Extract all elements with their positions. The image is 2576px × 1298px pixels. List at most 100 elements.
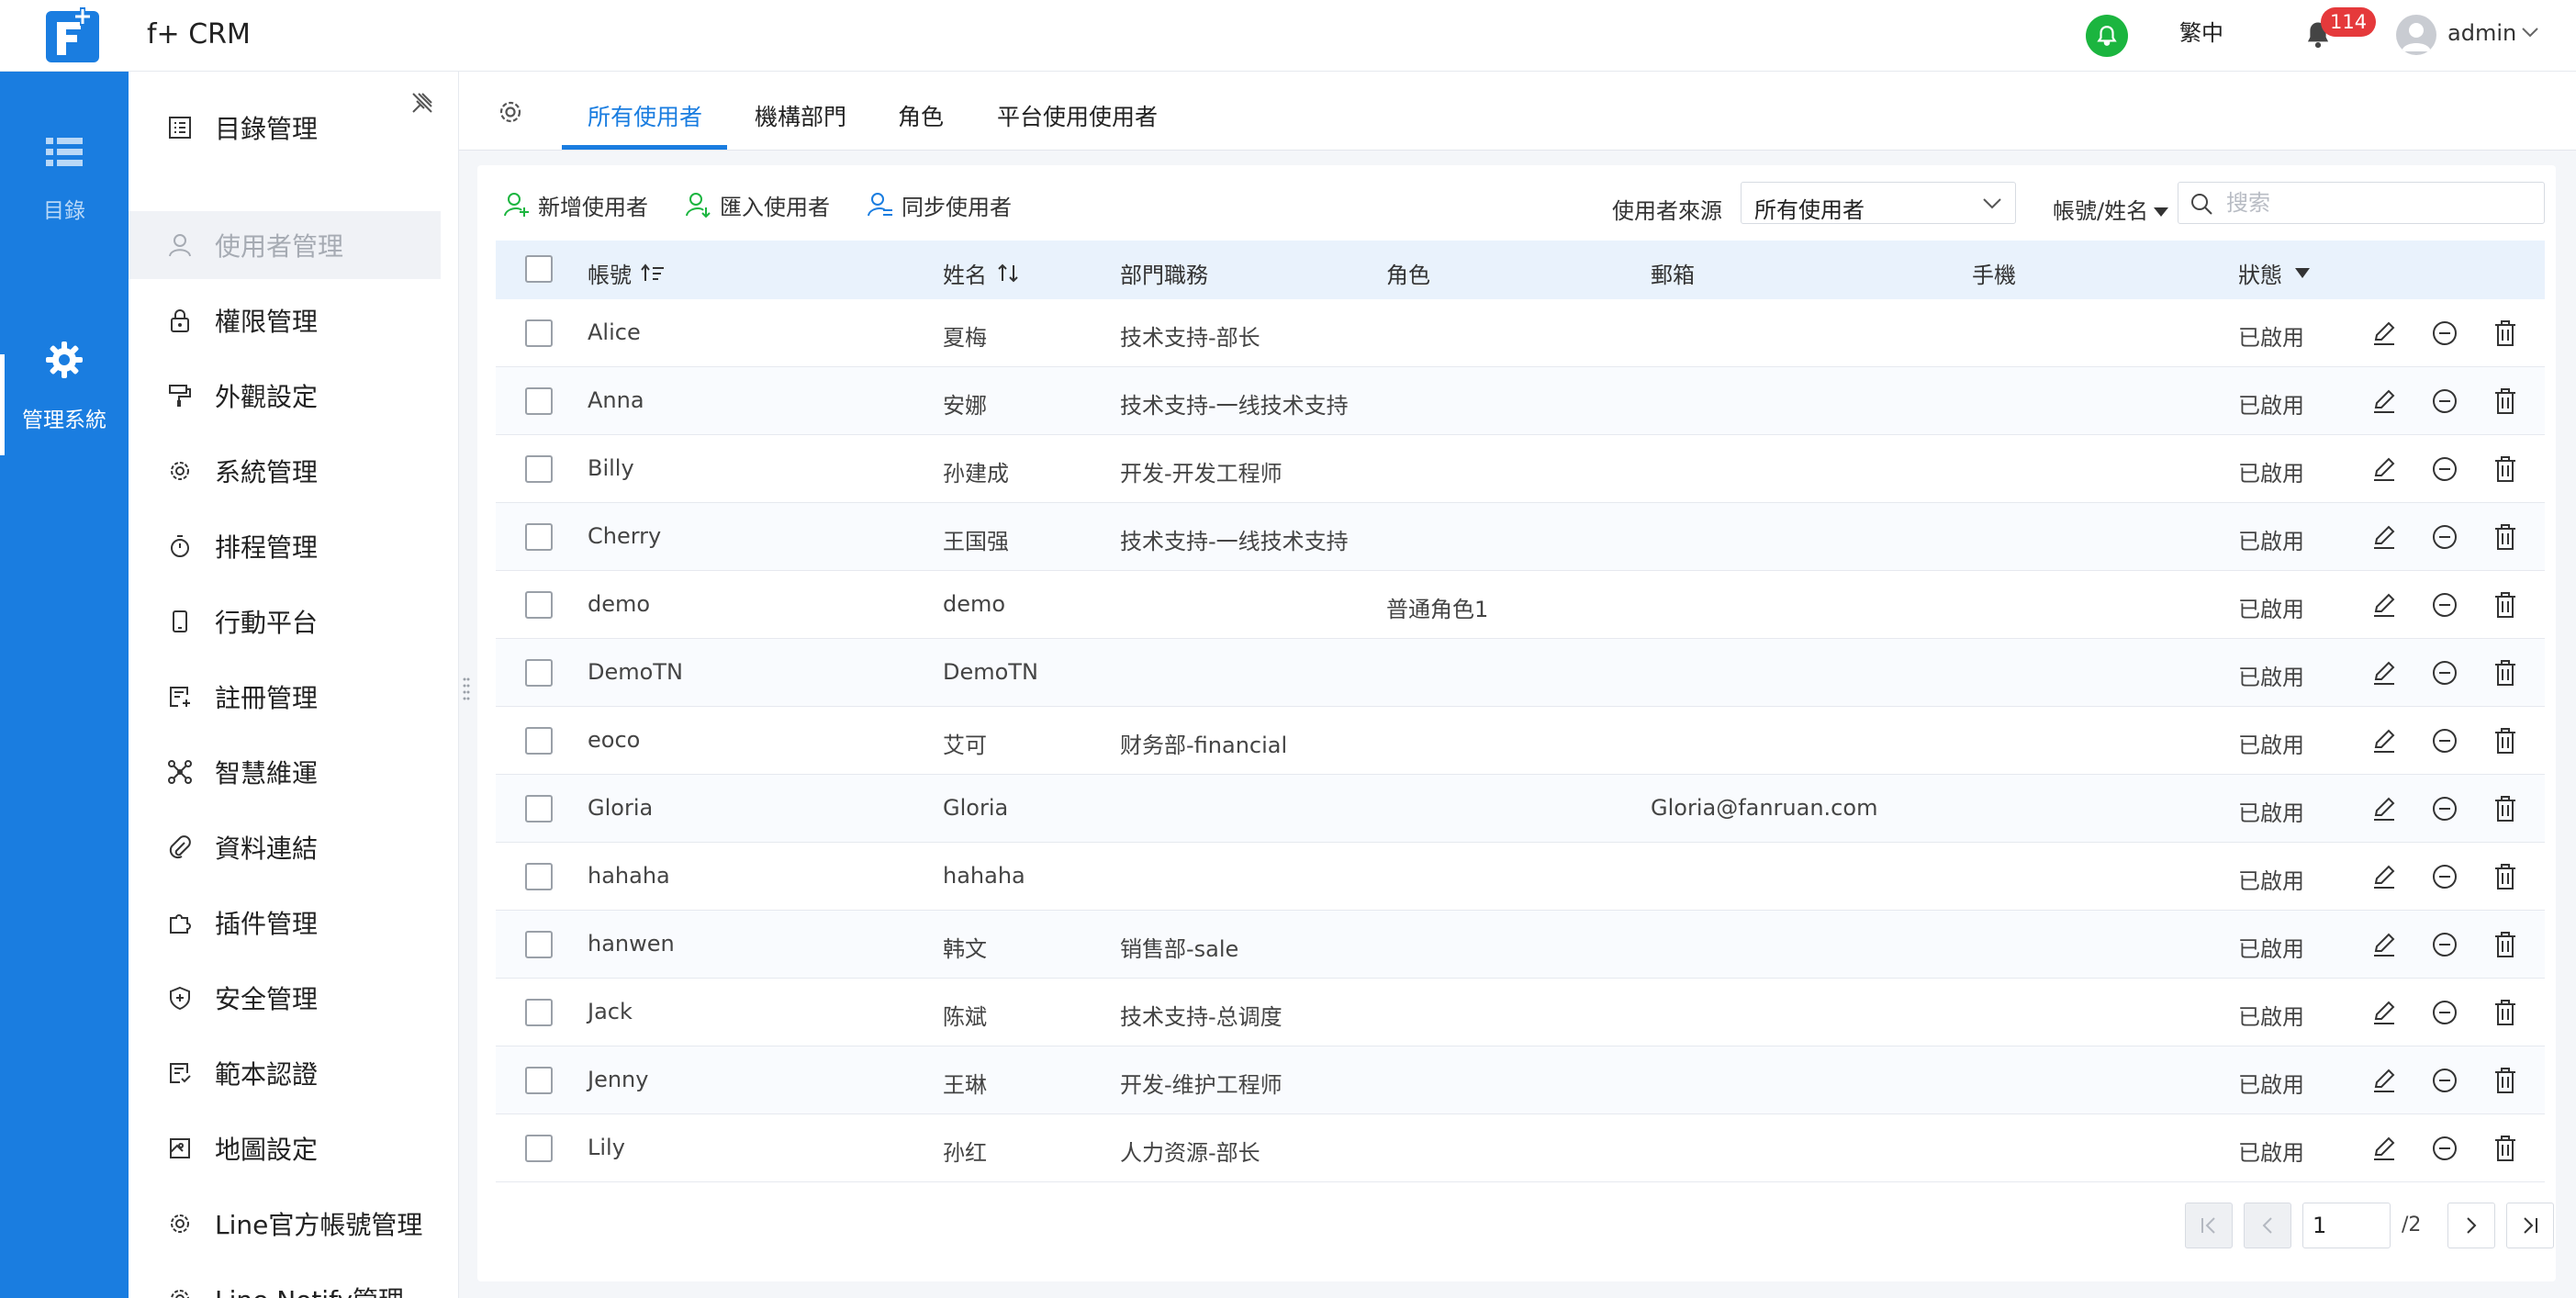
sidebar-item-permissions[interactable]: 權限管理 <box>129 286 441 354</box>
delete-icon[interactable] <box>2490 1133 2521 1164</box>
user-name[interactable]: admin <box>2447 20 2516 46</box>
sort-asc-icon[interactable] <box>641 263 665 285</box>
edit-icon[interactable] <box>2369 929 2400 960</box>
delete-icon[interactable] <box>2490 725 2521 756</box>
edit-icon[interactable] <box>2369 386 2400 417</box>
tab-platform-users[interactable]: 平台使用使用者 <box>997 99 1158 132</box>
row-checkbox[interactable] <box>525 795 553 822</box>
table-row[interactable]: Lily 孙红 人力资源-部长 已啟用 <box>496 1114 2545 1182</box>
row-checkbox[interactable] <box>525 659 553 687</box>
next-page-button[interactable] <box>2447 1203 2495 1248</box>
sidebar-item-users[interactable]: 使用者管理 <box>129 211 441 279</box>
last-page-button[interactable] <box>2506 1203 2554 1248</box>
delete-icon[interactable] <box>2490 861 2521 892</box>
row-checkbox[interactable] <box>525 727 553 755</box>
delete-icon[interactable] <box>2490 657 2521 688</box>
disable-icon[interactable] <box>2429 657 2460 688</box>
sidebar-item-schedule[interactable]: 排程管理 <box>129 512 441 580</box>
edit-icon[interactable] <box>2369 997 2400 1028</box>
table-row[interactable]: Jenny 王琳 开发-维护工程师 已啟用 <box>496 1046 2545 1114</box>
row-checkbox[interactable] <box>525 387 553 415</box>
row-checkbox[interactable] <box>525 523 553 551</box>
filter-caret-icon[interactable] <box>2295 268 2310 278</box>
disable-icon[interactable] <box>2429 725 2460 756</box>
delete-icon[interactable] <box>2490 453 2521 485</box>
sidebar-item-smart-ops[interactable]: 智慧維運 <box>129 738 441 806</box>
table-row[interactable]: hanwen 韩文 销售部-sale 已啟用 <box>496 911 2545 979</box>
disable-icon[interactable] <box>2429 861 2460 892</box>
edit-icon[interactable] <box>2369 861 2400 892</box>
language-switch[interactable]: 繁中 <box>2179 15 2223 47</box>
disable-icon[interactable] <box>2429 589 2460 621</box>
row-checkbox[interactable] <box>525 1135 553 1162</box>
sidebar-item-line-official[interactable]: Line官方帳號管理 <box>129 1190 441 1258</box>
search-box[interactable] <box>2178 182 2545 224</box>
delete-icon[interactable] <box>2490 386 2521 417</box>
table-row[interactable]: Cherry 王国强 技术支持-一线技术支持 已啟用 <box>496 503 2545 571</box>
table-row[interactable]: DemoTN DemoTN 已啟用 <box>496 639 2545 707</box>
settings-gear-icon[interactable] <box>496 97 525 127</box>
sidebar-item-security[interactable]: 安全管理 <box>129 964 441 1032</box>
tab-departments[interactable]: 機構部門 <box>755 99 846 132</box>
first-page-button[interactable] <box>2185 1203 2233 1248</box>
edit-icon[interactable] <box>2369 589 2400 621</box>
edit-icon[interactable] <box>2369 1065 2400 1096</box>
disable-icon[interactable] <box>2429 1133 2460 1164</box>
edit-icon[interactable] <box>2369 793 2400 824</box>
sidebar-item-catalog[interactable]: 目錄管理 <box>129 94 441 162</box>
edit-icon[interactable] <box>2369 657 2400 688</box>
table-row[interactable]: Anna 安娜 技术支持-一线技术支持 已啟用 <box>496 367 2545 435</box>
column-name[interactable]: 姓名 <box>943 257 1020 289</box>
table-row[interactable]: Alice 夏梅 技术支持-部长 已啟用 <box>496 299 2545 367</box>
user-source-select[interactable]: 所有使用者 <box>1741 182 2016 224</box>
app-logo[interactable] <box>44 6 103 64</box>
sidebar-item-appearance[interactable]: 外觀設定 <box>129 362 441 430</box>
table-row[interactable]: Gloria Gloria Gloria@fanruan.com 已啟用 <box>496 775 2545 843</box>
delete-icon[interactable] <box>2490 589 2521 621</box>
add-user-button[interactable]: 新增使用者 <box>503 187 648 222</box>
edit-icon[interactable] <box>2369 521 2400 553</box>
resize-handle-icon[interactable] <box>463 676 470 703</box>
column-status[interactable]: 狀態 <box>2238 257 2310 289</box>
delete-icon[interactable] <box>2490 929 2521 960</box>
table-row[interactable]: Jack 陈斌 技术支持-总调度 已啟用 <box>496 979 2545 1046</box>
delete-icon[interactable] <box>2490 318 2521 349</box>
sync-user-button[interactable]: 同步使用者 <box>867 187 1012 222</box>
sidebar-item-registration[interactable]: 註冊管理 <box>129 663 441 731</box>
table-row[interactable]: demo demo 普通角色1 已啟用 <box>496 571 2545 639</box>
disable-icon[interactable] <box>2429 453 2460 485</box>
edit-icon[interactable] <box>2369 453 2400 485</box>
sidebar-item-line-notify[interactable]: Line Notify管理 <box>129 1265 441 1298</box>
disable-icon[interactable] <box>2429 318 2460 349</box>
sort-icon[interactable] <box>996 263 1020 285</box>
disable-icon[interactable] <box>2429 1065 2460 1096</box>
sidebar-item-mobile[interactable]: 行動平台 <box>129 587 441 655</box>
sidebar-item-data-link[interactable]: 資料連結 <box>129 813 441 881</box>
row-checkbox[interactable] <box>525 591 553 619</box>
disable-icon[interactable] <box>2429 929 2460 960</box>
select-all-checkbox[interactable] <box>525 255 553 283</box>
user-avatar[interactable] <box>2396 15 2436 55</box>
rail-item-catalog[interactable]: 目錄 <box>0 136 129 224</box>
disable-icon[interactable] <box>2429 793 2460 824</box>
table-row[interactable]: hahaha hahaha 已啟用 <box>496 843 2545 911</box>
prev-page-button[interactable] <box>2244 1203 2291 1248</box>
search-field-dropdown[interactable]: 帳號/姓名 <box>2053 193 2169 225</box>
delete-icon[interactable] <box>2490 997 2521 1028</box>
column-account[interactable]: 帳號 <box>588 257 665 289</box>
disable-icon[interactable] <box>2429 997 2460 1028</box>
row-checkbox[interactable] <box>525 1067 553 1094</box>
sidebar-item-system[interactable]: 系統管理 <box>129 437 441 505</box>
row-checkbox[interactable] <box>525 319 553 347</box>
delete-icon[interactable] <box>2490 793 2521 824</box>
import-user-button[interactable]: 匯入使用者 <box>685 187 830 222</box>
search-input[interactable] <box>2226 188 2529 218</box>
chevron-down-icon[interactable] <box>2521 26 2539 39</box>
sidebar-item-plugins[interactable]: 插件管理 <box>129 889 441 957</box>
table-row[interactable]: eoco 艾可 财务部-financial 已啟用 <box>496 707 2545 775</box>
message-bell-icon[interactable] <box>2086 15 2128 57</box>
sidebar-item-map[interactable]: 地圖設定 <box>129 1114 441 1182</box>
edit-icon[interactable] <box>2369 318 2400 349</box>
row-checkbox[interactable] <box>525 931 553 958</box>
row-checkbox[interactable] <box>525 863 553 890</box>
